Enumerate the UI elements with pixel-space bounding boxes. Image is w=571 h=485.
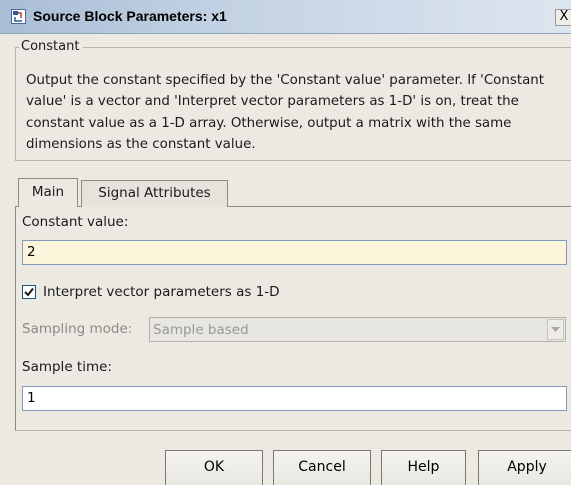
ok-button[interactable]: OK (165, 450, 263, 485)
sampling-mode-select[interactable]: Sample based (149, 317, 566, 342)
interpret-vector-label: Interpret vector parameters as 1-D (43, 284, 280, 300)
tab-signal-attributes[interactable]: Signal Attributes (81, 180, 228, 207)
constant-value-label: Constant value: (22, 214, 129, 230)
simulink-block-icon (11, 9, 26, 24)
constant-value-input[interactable]: 2 (22, 240, 567, 265)
sampling-mode-value: Sample based (153, 322, 249, 338)
sample-time-input[interactable]: 1 (22, 386, 567, 411)
sampling-mode-label: Sampling mode: (22, 321, 133, 337)
chevron-down-icon (551, 327, 560, 332)
close-button[interactable]: X (555, 9, 571, 26)
interpret-vector-checkbox[interactable] (22, 285, 36, 299)
dropdown-arrow-button[interactable] (547, 319, 564, 340)
cancel-button[interactable]: Cancel (273, 450, 371, 485)
apply-button[interactable]: Apply (478, 450, 571, 485)
sample-time-label: Sample time: (22, 359, 112, 375)
checkmark-icon (24, 287, 34, 297)
window-title: Source Block Parameters: x1 (33, 8, 227, 24)
block-description: Output the constant specified by the 'Co… (26, 73, 545, 152)
tab-main[interactable]: Main (18, 178, 78, 207)
help-button[interactable]: Help (381, 450, 466, 485)
title-bar[interactable]: Source Block Parameters: x1 X (0, 0, 571, 34)
block-type-label: Constant (19, 39, 84, 54)
